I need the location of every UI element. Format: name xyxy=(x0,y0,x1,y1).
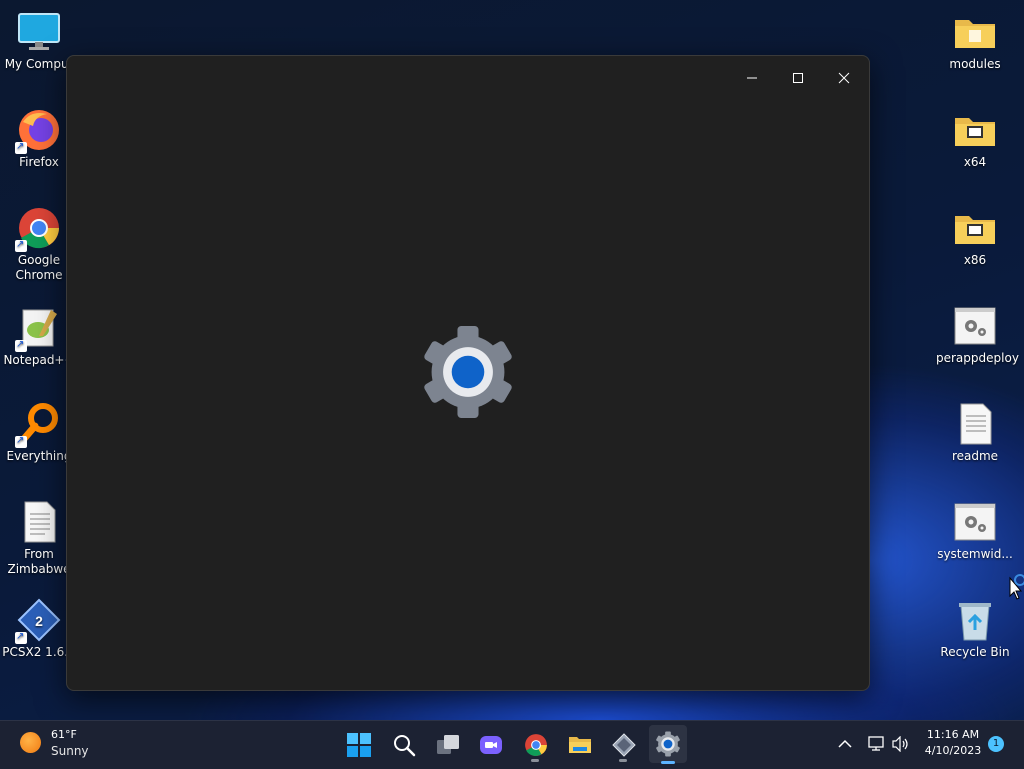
desktop-icon-label: Recycle Bin xyxy=(940,645,1010,659)
weather-condition: Sunny xyxy=(51,744,89,758)
network-icon xyxy=(868,736,884,751)
everything-icon xyxy=(15,402,61,448)
text-file-icon xyxy=(953,402,997,446)
desktop-icon-label: systemwid... xyxy=(937,547,1013,561)
minimize-icon xyxy=(747,77,757,79)
pcsx2-icon xyxy=(612,733,636,757)
pcsx2-icon: 2 xyxy=(15,598,61,644)
desktop-icon-label: x86 xyxy=(963,253,987,267)
shortcut-arrow-icon xyxy=(15,337,27,352)
close-button[interactable] xyxy=(821,62,867,94)
folder-icon xyxy=(953,10,997,54)
notification-badge[interactable]: 1 xyxy=(988,736,1004,752)
desktop-icon-x64[interactable]: x64 xyxy=(936,104,1014,170)
active-indicator xyxy=(661,761,675,764)
clock-time: 11:16 AM xyxy=(926,728,980,741)
text-file-icon xyxy=(17,500,61,544)
running-indicator xyxy=(619,759,627,762)
notification-count: 1 xyxy=(992,738,1000,749)
desktop-icon-label: modules xyxy=(949,57,1001,71)
desktop-icon-recycle-bin[interactable]: Recycle Bin xyxy=(936,594,1014,660)
shortcut-arrow-icon xyxy=(15,139,27,154)
task-view-icon xyxy=(437,735,459,754)
maximize-icon xyxy=(793,73,803,83)
close-icon xyxy=(838,72,850,84)
config-file-icon xyxy=(953,304,997,348)
search-icon xyxy=(394,735,416,757)
recycle-bin-icon xyxy=(953,598,997,642)
desktop-icon-label: perappdeploy xyxy=(936,351,1019,365)
chrome-taskbar-button[interactable] xyxy=(518,727,552,762)
mouse-cursor-busy-icon xyxy=(1009,574,1024,600)
chrome-icon xyxy=(525,734,547,756)
settings-taskbar-button[interactable] xyxy=(649,725,687,764)
file-explorer-icon xyxy=(569,737,591,753)
desktop-icon-label: readme xyxy=(951,449,999,463)
speaker-icon xyxy=(892,736,908,752)
monitor-icon xyxy=(17,10,61,54)
chat-button[interactable] xyxy=(473,727,507,761)
task-view-button[interactable] xyxy=(430,727,464,761)
shortcut-arrow-icon xyxy=(15,433,27,448)
desktop-icon-x86[interactable]: x86 xyxy=(936,202,1014,268)
show-hidden-icons-button[interactable] xyxy=(834,732,856,756)
search-button[interactable] xyxy=(386,727,420,761)
settings-window[interactable] xyxy=(66,55,870,691)
pcsx2-taskbar-button[interactable] xyxy=(606,727,640,762)
running-indicator xyxy=(531,759,539,762)
start-button[interactable] xyxy=(341,727,375,761)
svg-text:2: 2 xyxy=(35,613,43,629)
desktop-icon-label: x64 xyxy=(963,155,987,169)
desktop-icon-systemwide[interactable]: systemwid... xyxy=(936,496,1014,562)
config-file-icon xyxy=(953,500,997,544)
notepadpp-icon xyxy=(15,306,61,352)
chevron-up-icon xyxy=(838,739,852,748)
clock-date: 4/10/2023 xyxy=(924,744,982,757)
desktop-icon-modules[interactable]: modules xyxy=(936,6,1014,72)
firefox-icon xyxy=(15,108,61,154)
settings-splash-gear-icon xyxy=(419,326,517,422)
folder-icon xyxy=(953,108,997,152)
file-explorer-button[interactable] xyxy=(562,727,596,761)
folder-icon xyxy=(953,206,997,250)
volume-button[interactable] xyxy=(890,732,912,756)
shortcut-arrow-icon xyxy=(15,629,27,644)
settings-gear-icon xyxy=(656,731,680,757)
desktop-icon-perappdeploy[interactable]: perappdeploy xyxy=(936,300,1019,366)
maximize-button[interactable] xyxy=(775,62,821,94)
network-button[interactable] xyxy=(866,732,888,756)
windows-logo-icon xyxy=(347,733,371,757)
weather-temperature: 61°F xyxy=(51,728,77,741)
shortcut-arrow-icon xyxy=(15,237,27,252)
desktop-icon-readme[interactable]: readme xyxy=(936,398,1014,464)
chrome-icon xyxy=(15,206,61,252)
minimize-button[interactable] xyxy=(729,62,775,94)
chat-video-icon xyxy=(480,736,502,754)
sun-icon xyxy=(20,732,41,753)
